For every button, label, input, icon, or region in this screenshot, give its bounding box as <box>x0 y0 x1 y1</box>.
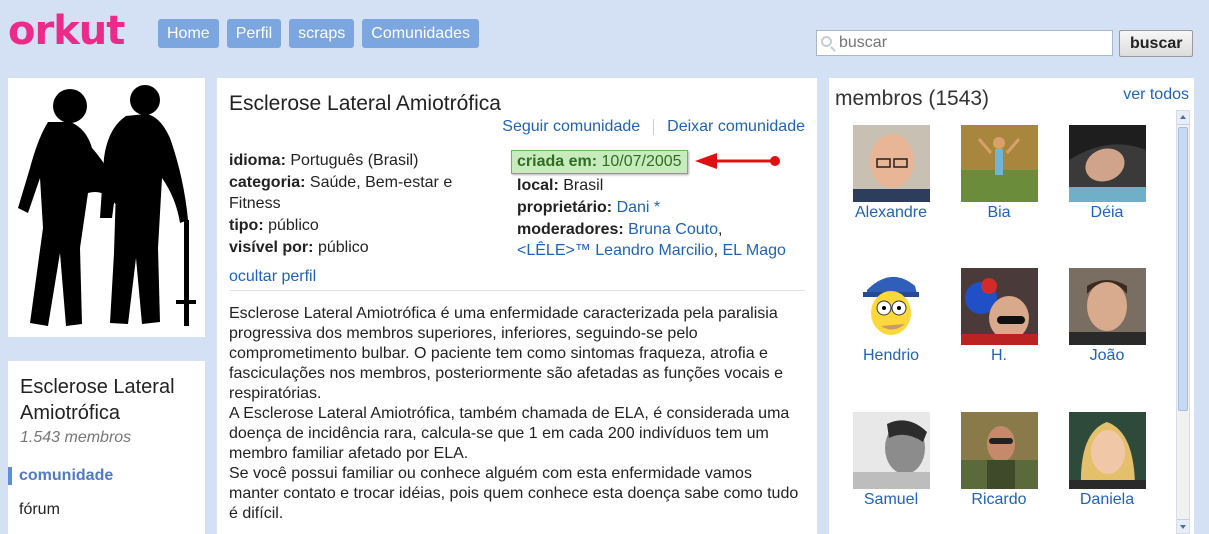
owner-row: proprietário: Dani * <box>517 197 817 218</box>
moderators-label: moderadores: <box>517 221 624 238</box>
created-label: criada em: <box>517 153 598 170</box>
scroll-up-icon[interactable] <box>1177 111 1189 125</box>
search-button[interactable]: buscar <box>1119 30 1194 57</box>
page-title: Esclerose Lateral Amiotrófica <box>229 92 501 115</box>
local-label: local: <box>517 177 559 194</box>
scroll-down-icon[interactable] <box>1177 519 1189 533</box>
member-name[interactable]: Alexandre <box>841 204 941 222</box>
avatar <box>960 268 1038 345</box>
member-card[interactable]: Déia <box>1057 125 1157 222</box>
member-name[interactable]: Samuel <box>841 491 941 509</box>
description-paragraph: Esclerose Lateral Amiotrófica é uma enfe… <box>229 305 784 402</box>
owner-link[interactable]: Dani * <box>617 199 661 216</box>
visible-label: visível por: <box>229 239 314 256</box>
local-value: Brasil <box>563 177 604 194</box>
sidebar-item-forum[interactable]: fórum <box>19 501 193 519</box>
avatar <box>852 125 930 202</box>
red-arrow-annotation <box>695 153 780 169</box>
category-label: categoria: <box>229 174 306 191</box>
avatar <box>1068 125 1146 202</box>
member-card[interactable]: Daniela <box>1057 412 1157 509</box>
avatar <box>1068 268 1146 345</box>
community-photo[interactable] <box>8 78 205 337</box>
details-left-column: idioma: Português (Brasil) categoria: Sa… <box>229 150 479 259</box>
visible-value: público <box>317 239 369 256</box>
members-count: 1.543 membros <box>20 429 132 446</box>
member-name[interactable]: João <box>1057 347 1157 365</box>
member-name[interactable]: Ricardo <box>949 491 1049 509</box>
member-card[interactable]: Bia <box>949 125 1049 222</box>
member-card[interactable]: Ricardo <box>949 412 1049 509</box>
avatar <box>960 125 1038 202</box>
search-icon <box>821 36 832 47</box>
member-name[interactable]: Bia <box>949 204 1049 222</box>
orkut-logo[interactable]: orkut <box>8 8 125 54</box>
search-bar: buscar <box>816 30 1194 57</box>
visible-row: visível por: público <box>229 237 479 258</box>
moderators-row: moderadores: Bruna Couto, <LÊLE>™ Leandro… <box>517 221 786 259</box>
tab-home[interactable]: Home <box>158 19 219 48</box>
avatar <box>852 412 930 489</box>
scroll-thumb[interactable] <box>1178 127 1188 411</box>
tab-perfil[interactable]: Perfil <box>226 19 282 48</box>
description-paragraph: Se você possui familiar ou conhece algué… <box>229 465 799 522</box>
elderly-couple-silhouette-image <box>18 85 196 326</box>
hide-profile-link[interactable]: ocultar perfil <box>229 266 316 287</box>
sidebar-item-comunidade[interactable]: comunidade <box>8 467 193 485</box>
description-paragraph: A Esclerose Lateral Amiotrófica, também … <box>229 405 790 462</box>
community-description: Esclerose Lateral Amiotrófica é uma enfe… <box>229 304 805 524</box>
members-title: membros (1543) <box>835 87 990 110</box>
member-name[interactable]: Déia <box>1057 204 1157 222</box>
category-row: categoria: Saúde, Bem-estar e Fitness <box>229 172 479 214</box>
search-box <box>816 30 1113 56</box>
member-card[interactable]: Hendrio <box>841 268 941 365</box>
community-summary-card: Esclerose Lateral Amiotrófica 1.543 memb… <box>8 361 205 534</box>
community-name: Esclerose Lateral Amiotrófica <box>20 376 175 424</box>
member-name[interactable]: H. <box>949 347 1049 365</box>
see-all-members-link[interactable]: ver todos <box>1123 86 1189 104</box>
moderator-link[interactable]: <LÊLE>™ Leandro Marcilio <box>517 242 714 259</box>
follow-community-link[interactable]: Seguir comunidade <box>502 118 640 136</box>
language-value: Português (Brasil) <box>290 152 419 169</box>
main-nav: Home Perfil scraps Comunidades <box>158 19 479 48</box>
language-label: idioma: <box>229 152 286 169</box>
avatar <box>852 268 930 345</box>
divider <box>653 119 655 135</box>
divider <box>229 290 805 291</box>
member-card[interactable]: João <box>1057 268 1157 365</box>
moderator-link[interactable]: Bruna Couto <box>628 221 718 238</box>
member-name[interactable]: Daniela <box>1057 491 1157 509</box>
member-name[interactable]: Hendrio <box>841 347 941 365</box>
members-panel: membros (1543) ver todos Alexandre Bia D… <box>829 78 1194 534</box>
member-card[interactable]: H. <box>949 268 1049 365</box>
leave-community-link[interactable]: Deixar comunidade <box>667 118 805 136</box>
created-date-highlight: criada em: 10/07/2005 <box>511 150 688 174</box>
type-row: tipo: público <box>229 215 479 236</box>
member-card[interactable]: Alexandre <box>841 125 941 222</box>
moderator-link[interactable]: EL Mago <box>722 242 785 259</box>
owner-label: proprietário: <box>517 199 613 216</box>
member-card[interactable]: Samuel <box>841 412 941 509</box>
local-row: local: Brasil <box>517 175 817 196</box>
community-main-panel: Esclerose Lateral Amiotrófica Seguir com… <box>217 78 817 534</box>
avatar <box>960 412 1038 489</box>
search-input[interactable] <box>839 31 1109 55</box>
tab-scraps[interactable]: scraps <box>289 19 355 48</box>
language-row: idioma: Português (Brasil) <box>229 150 479 171</box>
type-label: tipo: <box>229 217 264 234</box>
created-value: 10/07/2005 <box>601 153 682 170</box>
community-actions: Seguir comunidade Deixar comunidade <box>502 118 805 136</box>
members-scrollbar[interactable] <box>1176 110 1190 534</box>
tab-comunidades[interactable]: Comunidades <box>362 19 479 48</box>
type-value: público <box>268 217 319 234</box>
avatar <box>1068 412 1146 489</box>
